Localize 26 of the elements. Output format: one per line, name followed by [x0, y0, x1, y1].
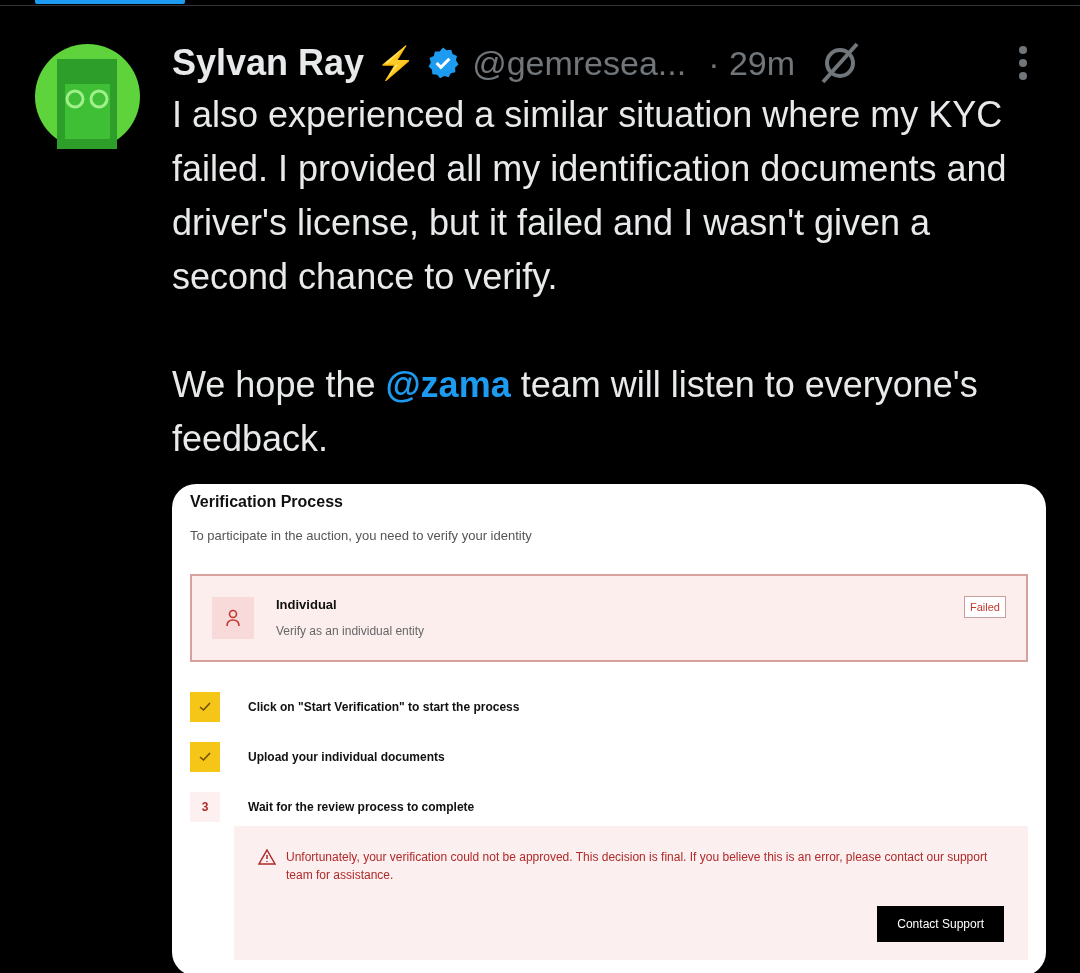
step-text: Click on "Start Verification" to start the process: [248, 698, 520, 716]
status-badge: Failed: [964, 595, 1006, 618]
error-message: Unfortunately, your verification could not be approved. This decision is final. If you believe this is an error, please contact our support team for assistance.: [286, 848, 989, 884]
step-text: Wait for the review process to complete: [248, 798, 475, 816]
step-number: 3: [190, 791, 220, 822]
more-options-icon[interactable]: [1018, 45, 1028, 81]
option-title: Individual: [276, 595, 338, 614]
author-name[interactable]: Sylvan Ray: [172, 36, 365, 90]
verified-badge-icon: [426, 46, 461, 80]
author-emoji: ⚡: [376, 44, 417, 83]
author-handle[interactable]: @gemresea...: [472, 37, 687, 89]
step-text: Upload your individual documents: [248, 748, 445, 766]
post-text: I also experienced a similar situation where my KYC failed. I provided all my identification documents and driver's license, but it failed and I wasn't given a second chance to verify.: [172, 93, 1008, 299]
mention-link[interactable]: @zama: [385, 364, 511, 405]
option-description: Verify as an individual entity: [276, 623, 425, 641]
contact-support-button[interactable]: Contact Support: [877, 905, 1004, 942]
warning-icon: [258, 848, 276, 865]
post-time: · 29m: [708, 42, 796, 84]
attached-screenshot[interactable]: [172, 484, 1046, 973]
option-card[interactable]: Individual Verify as an individual entity Failed: [190, 573, 1028, 662]
person-icon: [225, 608, 241, 627]
card-subtitle: To participate in the auction, you need to verify your identity: [190, 527, 533, 545]
check-icon: [190, 691, 220, 722]
card-title: Verification Process: [190, 492, 344, 512]
check-icon: [190, 741, 220, 772]
post-text: We hope the @zama team will listen to everyone's feedback.: [172, 363, 979, 461]
